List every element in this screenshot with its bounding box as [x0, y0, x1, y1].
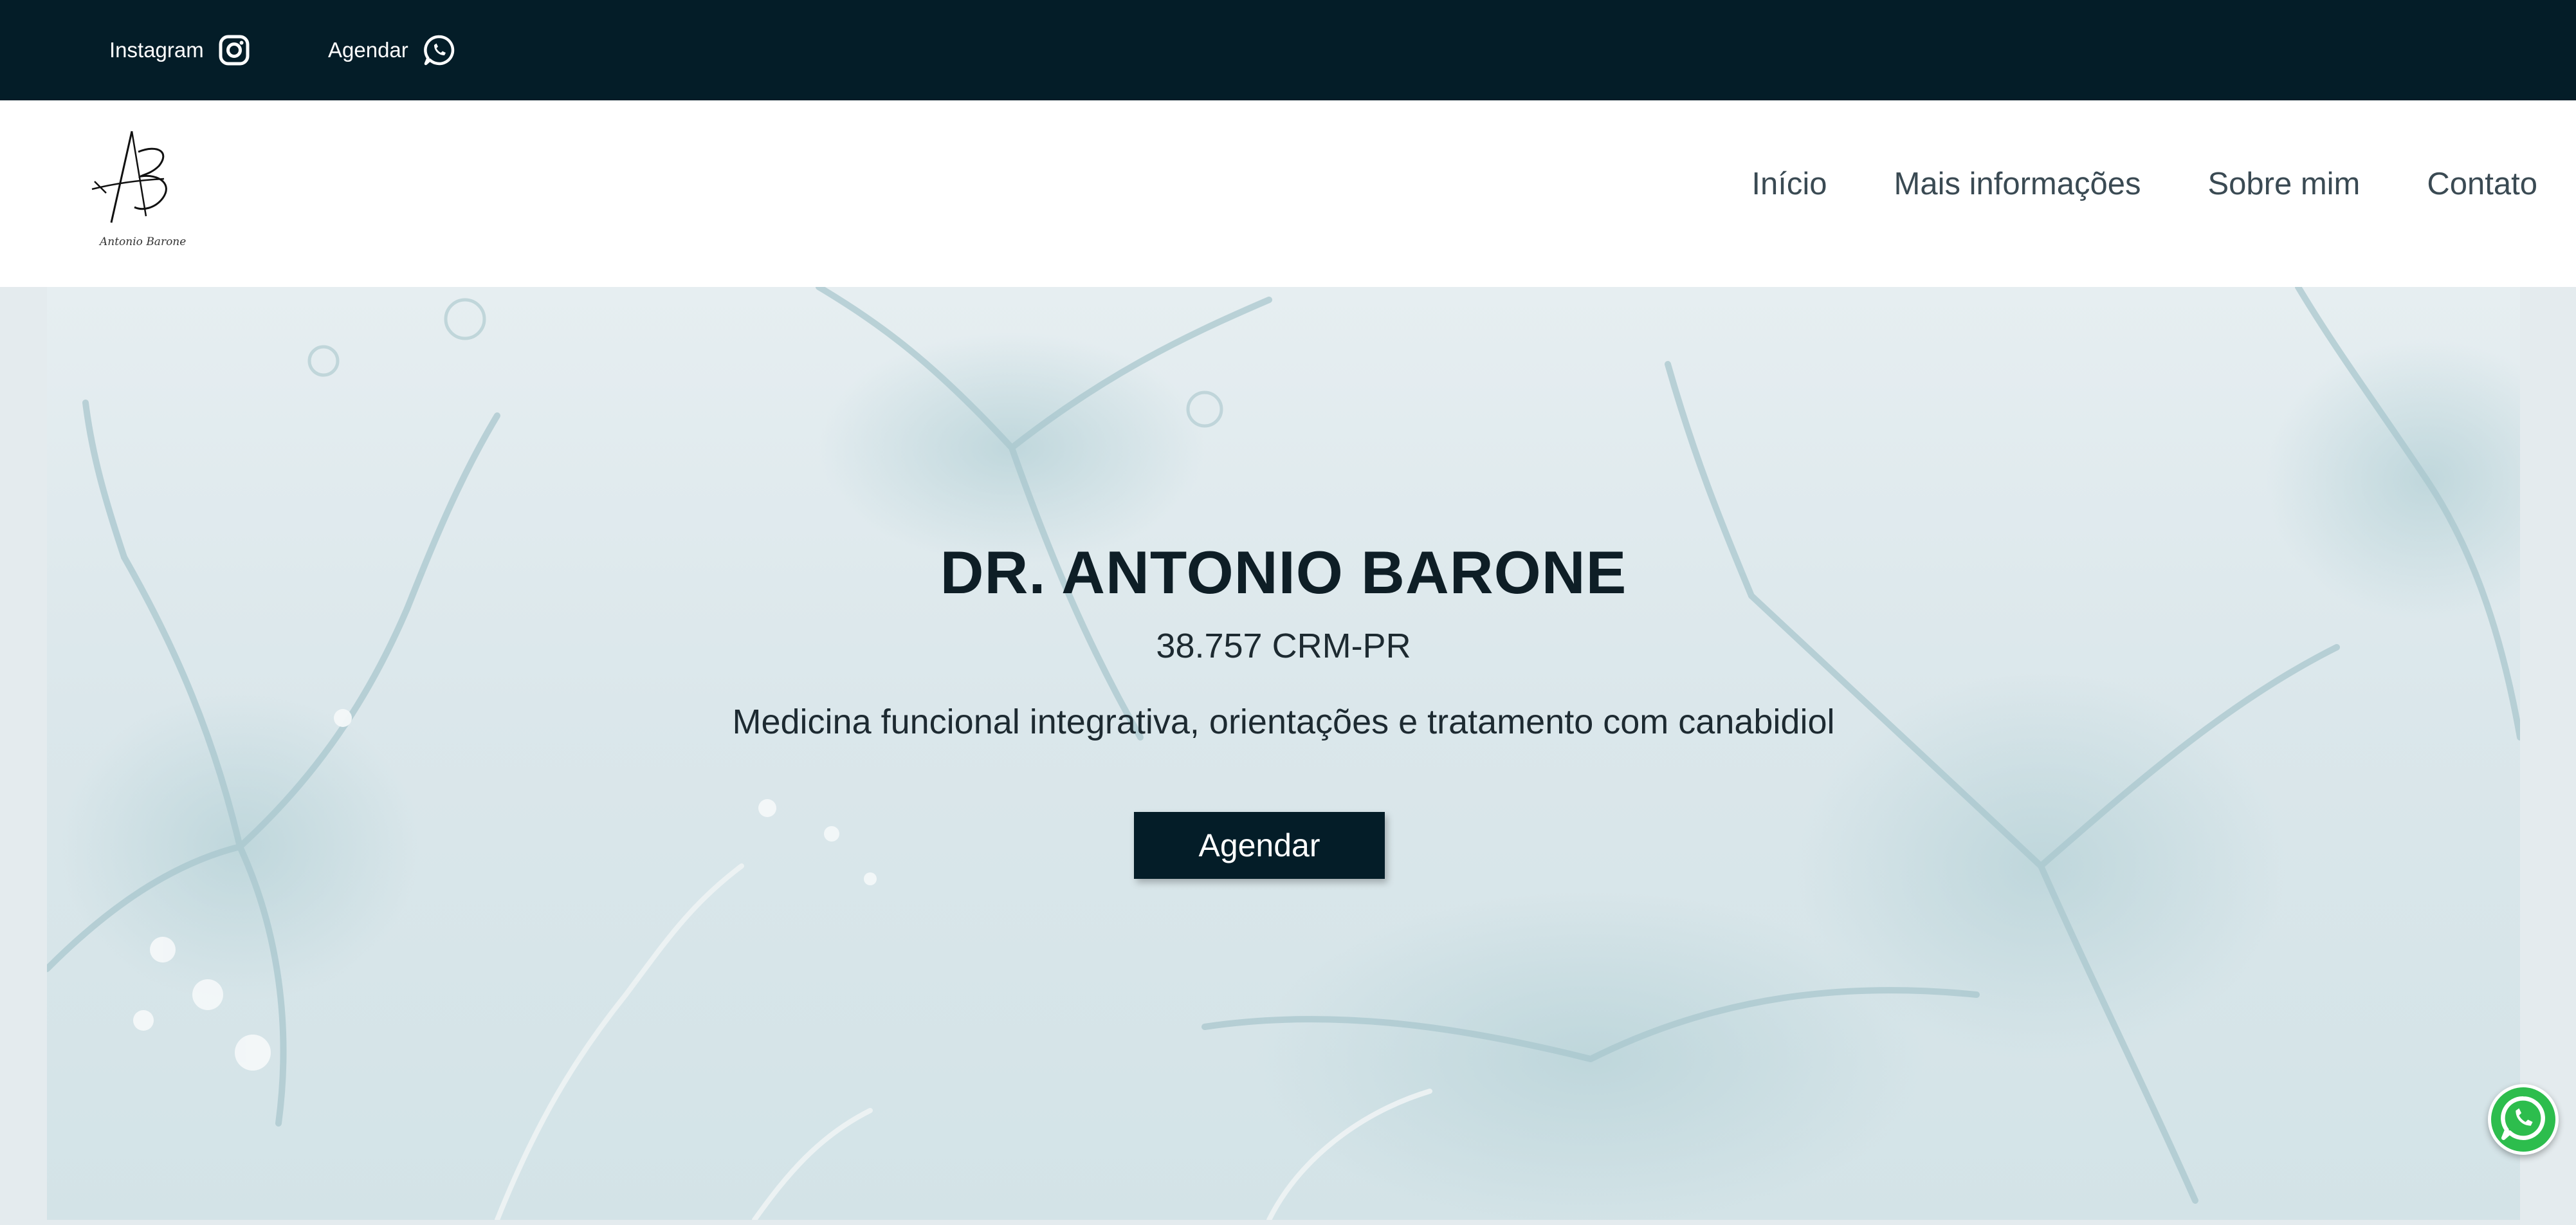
nav-item-sobre-mim[interactable]: Sobre mim [2207, 166, 2360, 202]
instagram-link-label: Instagram [109, 38, 204, 62]
instagram-icon [218, 34, 250, 66]
agendar-top-link-label: Agendar [328, 38, 408, 62]
hero-content: DR. ANTONIO BARONE 38.757 CRM-PR Medicin… [47, 287, 2520, 1220]
agendar-top-link[interactable]: Agendar [328, 0, 456, 100]
hero-title: DR. ANTONIO BARONE [940, 539, 1627, 606]
nav-item-mais-informacoes[interactable]: Mais informações [1894, 166, 2141, 202]
hero-subtitle: Medicina funcional integrativa, orientaç… [732, 703, 1835, 741]
whatsapp-icon [423, 33, 456, 67]
logo-caption: Antonio Barone [100, 235, 187, 248]
hero-crm: 38.757 CRM-PR [1156, 627, 1411, 665]
instagram-link[interactable]: Instagram [109, 0, 250, 100]
logo[interactable]: Antonio Barone [87, 126, 190, 248]
top-bar: Instagram Agendar [0, 0, 2576, 100]
main-nav: Início Mais informações Sobre mim Contat… [1751, 100, 2537, 268]
whatsapp-float-button[interactable] [2488, 1084, 2559, 1155]
logo-signature [91, 131, 167, 223]
site-header: Antonio Barone Início Mais informações S… [0, 100, 2576, 287]
agendar-button[interactable]: Agendar [1134, 812, 1385, 879]
nav-item-inicio[interactable]: Início [1751, 166, 1827, 202]
hero-section: DR. ANTONIO BARONE 38.757 CRM-PR Medicin… [47, 287, 2520, 1220]
nav-item-contato[interactable]: Contato [2427, 166, 2537, 202]
whatsapp-icon [2499, 1094, 2548, 1146]
hero-frame: DR. ANTONIO BARONE 38.757 CRM-PR Medicin… [0, 287, 2576, 1225]
